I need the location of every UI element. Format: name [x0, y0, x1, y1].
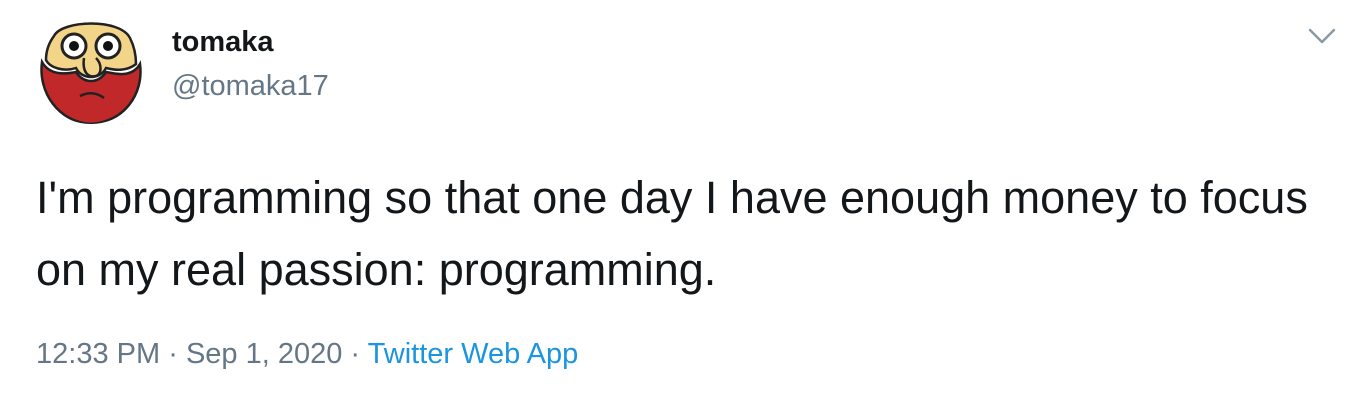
meta-separator: ·	[168, 338, 178, 370]
tweet-meta: 12:33 PM · Sep 1, 2020 · Twitter Web App	[36, 334, 578, 374]
display-name[interactable]: tomaka	[172, 22, 329, 62]
meta-separator: ·	[350, 338, 361, 370]
tweet-text: I'm programming so that one day I have e…	[36, 172, 1308, 295]
tweet-source-link[interactable]: Twitter Web App	[368, 338, 579, 370]
chevron-down-icon	[1308, 28, 1336, 44]
more-options-button[interactable]	[1306, 24, 1338, 48]
avatar[interactable]	[36, 14, 146, 124]
tweet-card: tomaka @tomaka17 I'm programming so that…	[0, 0, 1370, 402]
tweet-date[interactable]: Sep 1, 2020	[186, 338, 342, 370]
user-names: tomaka @tomaka17	[172, 22, 329, 106]
tweet-time[interactable]: 12:33 PM	[36, 338, 160, 370]
cartoon-face-avatar-icon	[36, 14, 146, 124]
user-handle[interactable]: @tomaka17	[172, 66, 329, 106]
